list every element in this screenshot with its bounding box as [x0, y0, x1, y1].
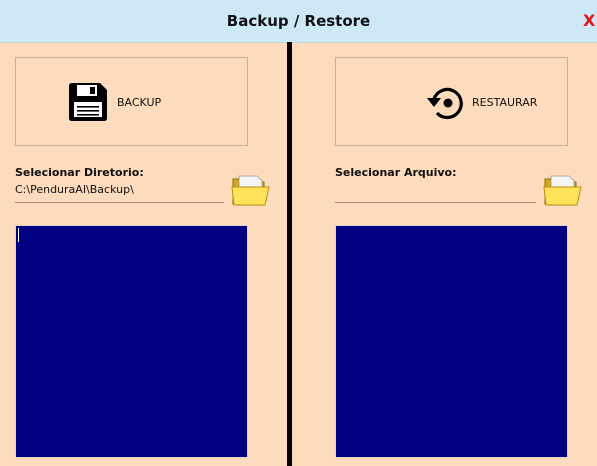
- window-title: Backup / Restore: [226, 12, 371, 30]
- select-directory-label: Selecionar Diretorio:: [15, 166, 144, 179]
- backup-button[interactable]: BACKUP: [15, 57, 248, 146]
- file-path-field[interactable]: [335, 182, 536, 203]
- restore-button[interactable]: RESTAURAR: [335, 57, 568, 146]
- close-button[interactable]: X: [583, 11, 597, 31]
- panel-divider: [287, 42, 292, 466]
- folder-icon: [231, 175, 270, 206]
- restore-icon: [427, 87, 463, 120]
- restore-file-list[interactable]: [335, 225, 568, 458]
- browse-directory-button[interactable]: [231, 174, 271, 207]
- directory-path-field[interactable]: C:\PenduraAI\Backup\: [15, 182, 224, 203]
- floppy-disk-icon: [69, 83, 107, 121]
- backup-button-label: BACKUP: [117, 96, 162, 109]
- folder-icon: [543, 175, 582, 206]
- backup-log-list[interactable]: [15, 225, 248, 458]
- select-file-label: Selecionar Arquivo:: [335, 166, 457, 179]
- text-caret: [18, 228, 19, 242]
- browse-file-button[interactable]: [543, 174, 583, 207]
- restore-button-label: RESTAURAR: [472, 96, 538, 109]
